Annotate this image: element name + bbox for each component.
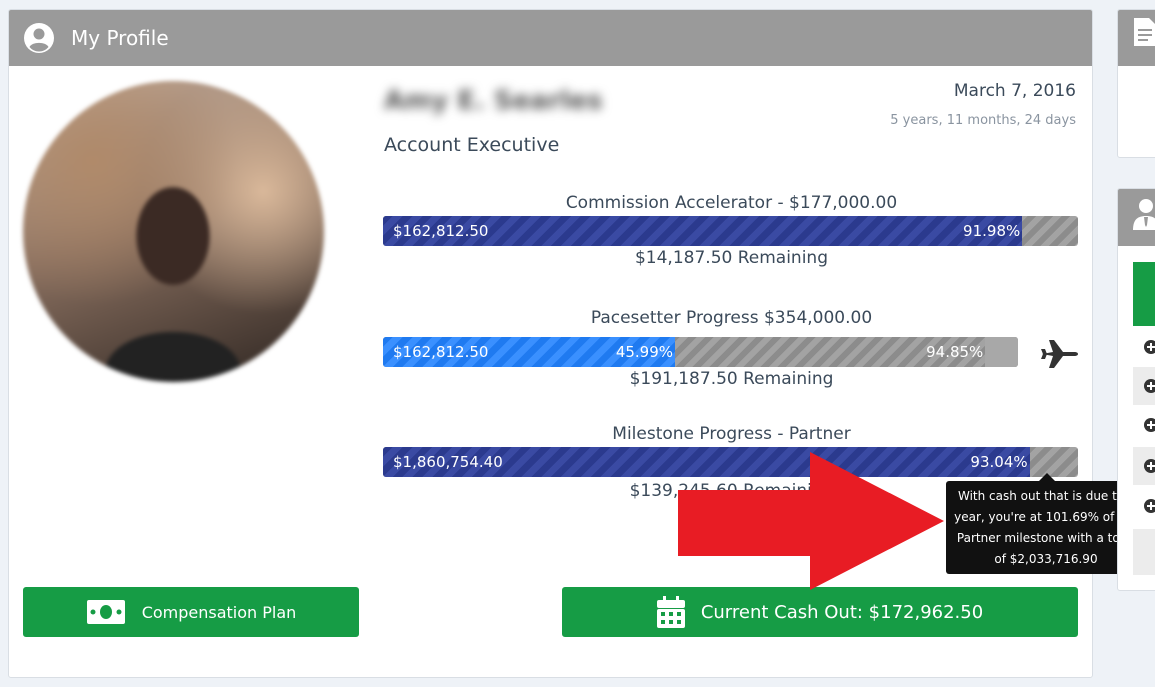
pacesetter-projected-percent: 94.85% — [926, 343, 984, 361]
profile-card-title: My Profile — [71, 26, 169, 50]
side-card-team-header — [1118, 189, 1155, 246]
pacesetter-progress-bar: $162,812.50 45.99% 94.85% — [383, 337, 1018, 367]
red-annotation-arrow — [678, 452, 944, 590]
user-tie-icon — [1133, 199, 1155, 230]
pacesetter-percent: 45.99% — [615, 343, 674, 361]
milestone-amount: $1,860,754.40 — [393, 453, 503, 471]
commission-progress-bar: $162,812.50 91.98% — [383, 216, 1078, 246]
pacesetter-amount: $162,812.50 — [393, 343, 489, 361]
user-circle-icon — [24, 23, 54, 53]
side-card-team — [1117, 188, 1155, 591]
plus-circle-icon[interactable] — [1144, 379, 1155, 393]
side-row[interactable] — [1133, 328, 1155, 366]
current-cash-out-button[interactable]: Current Cash Out: $172,962.50 — [562, 587, 1078, 637]
compensation-plan-button[interactable]: Compensation Plan — [23, 587, 359, 637]
commission-remaining: $14,187.50 Remaining — [634, 248, 828, 268]
commission-amount: $162,812.50 — [393, 222, 489, 240]
tenure: 5 years, 11 months, 24 days — [890, 113, 1076, 128]
money-bill-icon — [86, 599, 126, 625]
milestone-percent: 93.04% — [970, 453, 1028, 471]
side-row[interactable] — [1133, 447, 1155, 485]
document-icon — [1134, 18, 1155, 46]
compensation-plan-label: Compensation Plan — [141, 602, 297, 622]
profile-card-header: My Profile — [9, 10, 1092, 66]
side-row[interactable] — [1133, 367, 1155, 405]
side-green-block — [1133, 262, 1155, 326]
milestone-progress-label: Milestone Progress - Partner — [612, 424, 851, 444]
side-card-documents-header — [1118, 10, 1155, 66]
airplane-icon[interactable] — [1039, 337, 1079, 371]
current-cash-out-label: Current Cash Out: $172,962.50 — [700, 601, 984, 623]
commission-percent: 91.98% — [963, 222, 1021, 240]
side-row[interactable] — [1133, 487, 1155, 525]
side-card-documents — [1117, 9, 1155, 158]
pacesetter-progress-fill: $162,812.50 45.99% — [383, 337, 676, 367]
side-row[interactable] — [1133, 529, 1155, 575]
side-row[interactable] — [1133, 406, 1155, 444]
pacesetter-progress-label: Pacesetter Progress $354,000.00 — [590, 308, 873, 328]
pacesetter-projected-fill — [985, 337, 1018, 367]
plus-circle-icon[interactable] — [1144, 499, 1155, 513]
tooltip-pointer — [1039, 473, 1055, 481]
calendar-icon — [656, 596, 685, 628]
profile-photo — [23, 81, 324, 382]
milestone-tooltip: With cash out that is due this year, you… — [946, 481, 1146, 574]
commission-progress-label: Commission Accelerator - $177,000.00 — [565, 193, 898, 213]
employee-name: Amy E. Searles — [384, 86, 603, 116]
plus-circle-icon[interactable] — [1144, 418, 1155, 432]
hire-date: March 7, 2016 — [953, 81, 1076, 101]
plus-circle-icon[interactable] — [1144, 340, 1155, 354]
pacesetter-remaining: $191,187.50 Remaining — [629, 369, 834, 389]
job-title: Account Executive — [384, 134, 560, 156]
commission-progress-fill: $162,812.50 91.98% — [383, 216, 1023, 246]
plus-circle-icon[interactable] — [1144, 459, 1155, 473]
